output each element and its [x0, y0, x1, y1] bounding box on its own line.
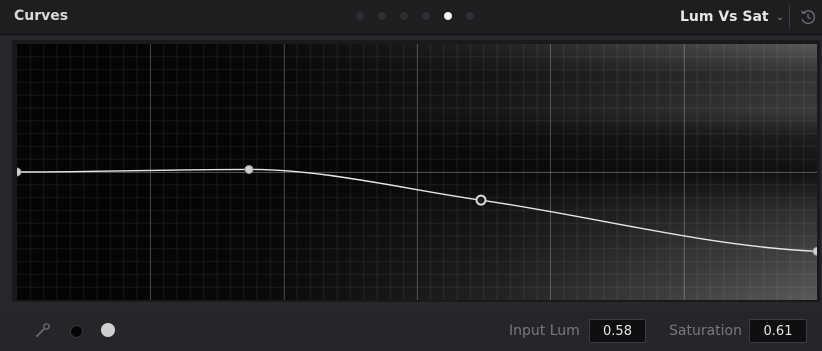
page-dot[interactable]	[422, 12, 430, 20]
black-dot-icon[interactable]	[70, 325, 83, 338]
page-dots	[356, 12, 474, 22]
panel-header: Curves Lum Vs Sat ⌄	[0, 0, 822, 35]
panel-footer: Input Lum 0.58 Saturation 0.61	[0, 310, 822, 351]
curve-control-point[interactable]	[812, 246, 817, 256]
curve-control-point[interactable]	[244, 164, 254, 174]
chevron-down-icon: ⌄	[775, 11, 784, 23]
panel-title: Curves	[14, 8, 69, 24]
page-dot[interactable]	[466, 12, 474, 20]
page-dot-active[interactable]	[444, 12, 452, 20]
input-lum-label: Input Lum	[509, 323, 580, 339]
curve-control-point[interactable]	[17, 167, 22, 177]
header-divider	[789, 5, 790, 29]
saturation-field[interactable]: 0.61	[749, 319, 807, 343]
eyedropper-icon[interactable]	[34, 321, 52, 339]
reset-icon[interactable]	[798, 7, 818, 27]
page-dot[interactable]	[356, 12, 364, 20]
curve-mode-dropdown[interactable]: Lum Vs Sat ⌄	[678, 0, 786, 34]
white-dot-icon[interactable]	[101, 323, 115, 337]
input-lum-field[interactable]: 0.58	[589, 319, 646, 343]
curve-mode-label: Lum Vs Sat	[679, 9, 769, 25]
curve-control-point-selected[interactable]	[475, 194, 487, 206]
curve-graph[interactable]	[17, 44, 817, 300]
curves-panel: Curves Lum Vs Sat ⌄ Input Lum 0.58 Satur…	[0, 0, 822, 351]
page-dot[interactable]	[400, 12, 408, 20]
page-dot[interactable]	[378, 12, 386, 20]
saturation-label: Saturation	[669, 323, 742, 339]
